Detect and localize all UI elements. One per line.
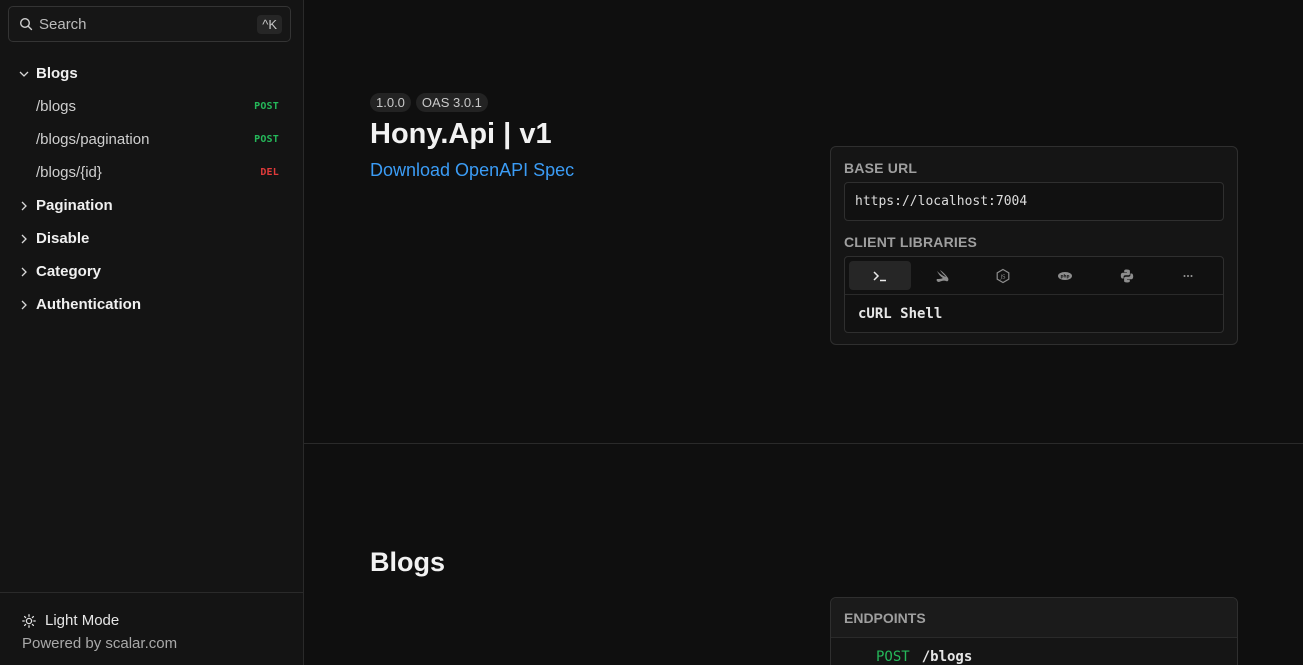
sidebar: Search ^K Blogs /blogs POST /blogs/pagin…: [0, 0, 304, 665]
sidebar-group-label: Disable: [36, 230, 90, 247]
sidebar-item-label: /blogs: [36, 98, 77, 115]
sidebar-item-label: /blogs/{id}: [36, 164, 102, 181]
chevron-right-icon: [18, 200, 30, 212]
sidebar-group-category[interactable]: Category: [0, 255, 303, 288]
svg-text:php: php: [1060, 273, 1069, 278]
chevron-down-icon: [18, 68, 30, 80]
download-openapi-link[interactable]: Download OpenAPI Spec: [370, 160, 574, 181]
page-title: Hony.Api | v1: [370, 118, 552, 150]
app: Search ^K Blogs /blogs POST /blogs/pagin…: [0, 0, 1303, 665]
oas-badge: OAS 3.0.1: [415, 93, 488, 112]
tab-more[interactable]: [1157, 261, 1219, 290]
sidebar-group-authentication[interactable]: Authentication: [0, 288, 303, 321]
powered-by-link[interactable]: Powered by scalar.com: [22, 635, 303, 652]
endpoint-path: /blogs: [921, 649, 973, 665]
tab-nodejs[interactable]: JS: [972, 261, 1034, 290]
chevron-right-icon: [18, 233, 30, 245]
nodejs-icon: JS: [996, 268, 1010, 283]
swift-icon: [936, 269, 948, 282]
python-icon: [1120, 269, 1133, 282]
method-badge-delete: DEL: [260, 167, 279, 178]
tab-python[interactable]: [1096, 261, 1158, 290]
endpoint-method: POST: [876, 649, 910, 665]
version-badge: 1.0.0: [370, 93, 411, 112]
sidebar-footer: Light Mode Powered by scalar.com: [0, 592, 303, 665]
sidebar-group-label: Authentication: [36, 296, 141, 313]
section-divider: [304, 443, 1303, 444]
sidebar-group-label: Pagination: [36, 197, 113, 214]
section-title-blogs: Blogs: [370, 547, 446, 577]
light-mode-label: Light Mode: [45, 612, 120, 629]
search-icon: [19, 17, 33, 31]
php-icon: php: [1057, 271, 1072, 280]
tab-shell[interactable]: [849, 261, 911, 290]
sidebar-item-blogs-pagination[interactable]: /blogs/pagination POST: [0, 123, 303, 156]
chevron-right-icon: [18, 299, 30, 311]
search-placeholder: Search: [39, 15, 87, 33]
svg-text:JS: JS: [1000, 274, 1007, 280]
client-libraries-panel: JS php cURL Shell: [844, 256, 1224, 333]
method-badge-post: POST: [254, 134, 279, 145]
tab-swift[interactable]: [911, 261, 973, 290]
sidebar-nav: Blogs /blogs POST /blogs/pagination POST…: [0, 57, 303, 321]
chevron-right-icon: [18, 266, 30, 278]
search-shortcut: ^K: [257, 14, 282, 34]
endpoint-row[interactable]: POST /blogs: [831, 638, 1237, 665]
more-icon: [1183, 274, 1193, 277]
client-library-tabs: JS php: [845, 257, 1223, 295]
sidebar-item-blogs[interactable]: /blogs POST: [0, 90, 303, 123]
sidebar-group-blogs[interactable]: Blogs: [0, 57, 303, 90]
main-content: 1.0.0 OAS 3.0.1 Hony.Api | v1 Download O…: [304, 0, 1303, 665]
search-input[interactable]: Search ^K: [8, 6, 291, 42]
tab-php[interactable]: php: [1034, 261, 1096, 290]
sun-icon: [22, 613, 36, 628]
base-url-field[interactable]: https://localhost:7004: [844, 182, 1224, 221]
endpoints-card: ENDPOINTS POST /blogs: [830, 597, 1238, 665]
client-libraries-label: CLIENT LIBRARIES: [844, 234, 978, 250]
light-mode-toggle[interactable]: Light Mode: [22, 612, 303, 629]
selected-library-label: cURL Shell: [858, 305, 943, 322]
endpoints-label: ENDPOINTS: [831, 598, 1237, 638]
sidebar-group-label: Category: [36, 263, 102, 280]
sidebar-group-disable[interactable]: Disable: [0, 222, 303, 255]
base-url-label: BASE URL: [844, 160, 918, 176]
sidebar-group-label: Blogs: [36, 65, 78, 82]
sidebar-group-pagination[interactable]: Pagination: [0, 189, 303, 222]
method-badge-post: POST: [254, 101, 279, 112]
sidebar-item-label: /blogs/pagination: [36, 131, 150, 148]
server-info-card: BASE URL https://localhost:7004 CLIENT L…: [830, 146, 1238, 345]
terminal-icon: [873, 270, 886, 281]
sidebar-item-blogs-id[interactable]: /blogs/{id} DEL: [0, 156, 303, 189]
version-badges: 1.0.0 OAS 3.0.1: [370, 93, 488, 112]
